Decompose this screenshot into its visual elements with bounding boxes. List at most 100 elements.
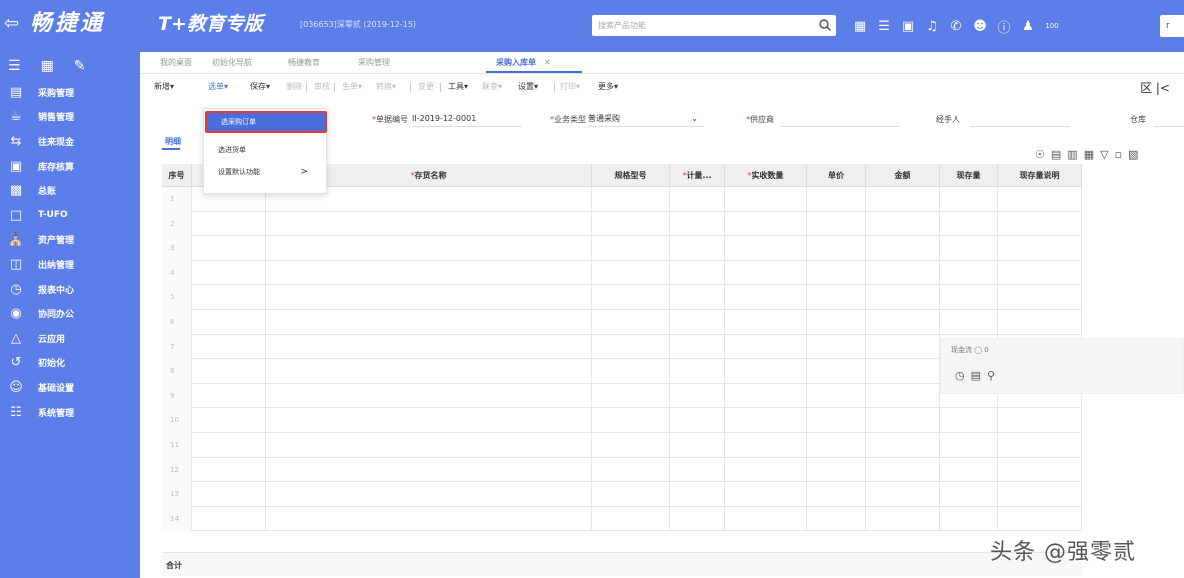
magnifier-icon[interactable]: ⚲ bbox=[987, 369, 995, 382]
table-cell[interactable] bbox=[725, 236, 807, 261]
table-cell[interactable] bbox=[592, 260, 670, 286]
table-cell[interactable] bbox=[998, 506, 1082, 532]
table-cell[interactable] bbox=[592, 309, 670, 335]
mascot-icon[interactable]: ☻ bbox=[968, 15, 992, 37]
sidebar-item-reports[interactable]: ◷ 报表中心 bbox=[0, 277, 140, 302]
table-cell[interactable] bbox=[670, 285, 725, 310]
table-row[interactable]: 2 bbox=[162, 211, 1082, 237]
table-cell[interactable] bbox=[592, 383, 670, 409]
table-cell[interactable] bbox=[670, 334, 725, 360]
table-cell[interactable] bbox=[192, 383, 266, 409]
table-cell[interactable] bbox=[725, 432, 807, 458]
table-cell[interactable] bbox=[266, 408, 592, 433]
table-cell[interactable] bbox=[998, 432, 1082, 458]
table-cell[interactable] bbox=[266, 482, 592, 507]
sidebar-item-cash[interactable]: ⇆ 往来现金 bbox=[0, 129, 140, 154]
table-cell[interactable] bbox=[998, 285, 1082, 310]
convert-button[interactable]: 转换▾ bbox=[376, 81, 396, 93]
table-cell[interactable] bbox=[725, 482, 807, 507]
sidebar-item-cloud[interactable]: △ 云应用 bbox=[0, 326, 140, 351]
table-cell[interactable] bbox=[807, 236, 866, 261]
table-cell[interactable] bbox=[266, 309, 592, 335]
table-cell[interactable] bbox=[670, 383, 725, 409]
table-cell[interactable] bbox=[807, 334, 866, 360]
table-cell[interactable] bbox=[592, 506, 670, 532]
table-cell[interactable] bbox=[866, 408, 940, 433]
help-icon[interactable]: ⓘ bbox=[992, 15, 1016, 37]
table-cell[interactable] bbox=[725, 187, 807, 212]
table-cell[interactable] bbox=[807, 260, 866, 286]
user-icon[interactable]: ♟ bbox=[1016, 15, 1040, 37]
export-icon[interactable]: ▫ bbox=[1115, 148, 1122, 161]
sidebar-item-init[interactable]: ↺ 初始化 bbox=[0, 351, 140, 376]
table-cell[interactable] bbox=[192, 359, 266, 384]
audit-button[interactable]: 审核 bbox=[314, 81, 330, 93]
sidebar-item-assets[interactable]: ⛪ 资产管理 bbox=[0, 228, 140, 253]
table-cell[interactable] bbox=[998, 187, 1082, 212]
doc-no-field[interactable]: II-2019-12-0001 bbox=[412, 113, 522, 127]
bookmark-icon[interactable]: ▦ bbox=[41, 58, 54, 74]
table-cell[interactable] bbox=[592, 432, 670, 458]
table-cell[interactable] bbox=[592, 285, 670, 310]
user-chip[interactable]: r bbox=[1160, 15, 1184, 37]
layout-toggle-icon[interactable]: 区 |< bbox=[1140, 79, 1170, 96]
table-cell[interactable] bbox=[192, 334, 266, 360]
table-cell[interactable] bbox=[940, 506, 998, 532]
table-cell[interactable] bbox=[266, 506, 592, 532]
table-cell[interactable] bbox=[192, 482, 266, 507]
table-cell[interactable] bbox=[670, 309, 725, 335]
bell-icon[interactable]: ♫ bbox=[920, 15, 944, 37]
phone-icon[interactable]: ✆ bbox=[944, 15, 968, 37]
table-cell[interactable] bbox=[807, 506, 866, 532]
table-cell[interactable] bbox=[866, 359, 940, 384]
table-cell[interactable] bbox=[192, 432, 266, 458]
table-cell[interactable] bbox=[998, 457, 1082, 483]
table-cell[interactable] bbox=[670, 187, 725, 212]
table-cell[interactable] bbox=[866, 187, 940, 212]
table-cell[interactable] bbox=[592, 187, 670, 212]
table-cell[interactable] bbox=[592, 408, 670, 433]
table-cell[interactable] bbox=[670, 432, 725, 458]
table-cell[interactable] bbox=[998, 260, 1082, 286]
table-cell[interactable] bbox=[192, 211, 266, 237]
table-cell[interactable] bbox=[940, 260, 998, 286]
table-cell[interactable] bbox=[807, 383, 866, 409]
sidebar-item-cashier[interactable]: ◫ 出纳管理 bbox=[0, 252, 140, 277]
table-cell[interactable] bbox=[266, 457, 592, 483]
generate-button[interactable]: 生单▾ bbox=[342, 81, 362, 93]
table-cell[interactable] bbox=[192, 457, 266, 483]
menu-item-purchase-order[interactable]: 选采购订单 bbox=[205, 111, 327, 133]
table-cell[interactable] bbox=[866, 285, 940, 310]
table-cell[interactable] bbox=[192, 506, 266, 532]
table-cell[interactable] bbox=[592, 457, 670, 483]
new-button[interactable]: 新增▾ bbox=[154, 81, 174, 93]
table-cell[interactable] bbox=[998, 236, 1082, 261]
location-icon[interactable]: ☉ bbox=[1035, 148, 1045, 161]
table-cell[interactable] bbox=[866, 457, 940, 483]
table-cell[interactable] bbox=[807, 408, 866, 433]
table-cell[interactable] bbox=[266, 432, 592, 458]
table-cell[interactable] bbox=[807, 211, 866, 237]
table-cell[interactable] bbox=[725, 383, 807, 409]
calendar-icon[interactable]: ▤ bbox=[971, 369, 981, 382]
table-cell[interactable] bbox=[670, 506, 725, 532]
table-cell[interactable] bbox=[866, 432, 940, 458]
table-cell[interactable] bbox=[266, 211, 592, 237]
tab-purchase-receipt[interactable]: 采购入库单 ✕ bbox=[496, 57, 551, 69]
table-cell[interactable] bbox=[592, 236, 670, 261]
sidebar-item-tufo[interactable]: □ T-UFO bbox=[0, 203, 140, 228]
message-icon[interactable]: ▣ bbox=[896, 15, 920, 37]
table-cell[interactable] bbox=[940, 482, 998, 507]
tab-edu[interactable]: 畅捷教育 bbox=[288, 57, 320, 69]
biz-type-select[interactable]: 普通采购 ⌄ bbox=[588, 113, 704, 127]
table-cell[interactable] bbox=[998, 408, 1082, 433]
table-cell[interactable] bbox=[807, 309, 866, 335]
paste-icon[interactable]: ▥ bbox=[1067, 148, 1077, 161]
detail-subtab[interactable]: 明细 bbox=[165, 136, 181, 147]
table-row[interactable]: 6 bbox=[162, 309, 1082, 335]
sidebar-item-sales[interactable]: ☕ 销售管理 bbox=[0, 105, 140, 130]
table-cell[interactable] bbox=[866, 211, 940, 237]
print-button[interactable]: 打印▾ bbox=[560, 81, 580, 93]
calculator-icon[interactable]: ▦ bbox=[848, 15, 872, 37]
table-cell[interactable] bbox=[866, 260, 940, 286]
